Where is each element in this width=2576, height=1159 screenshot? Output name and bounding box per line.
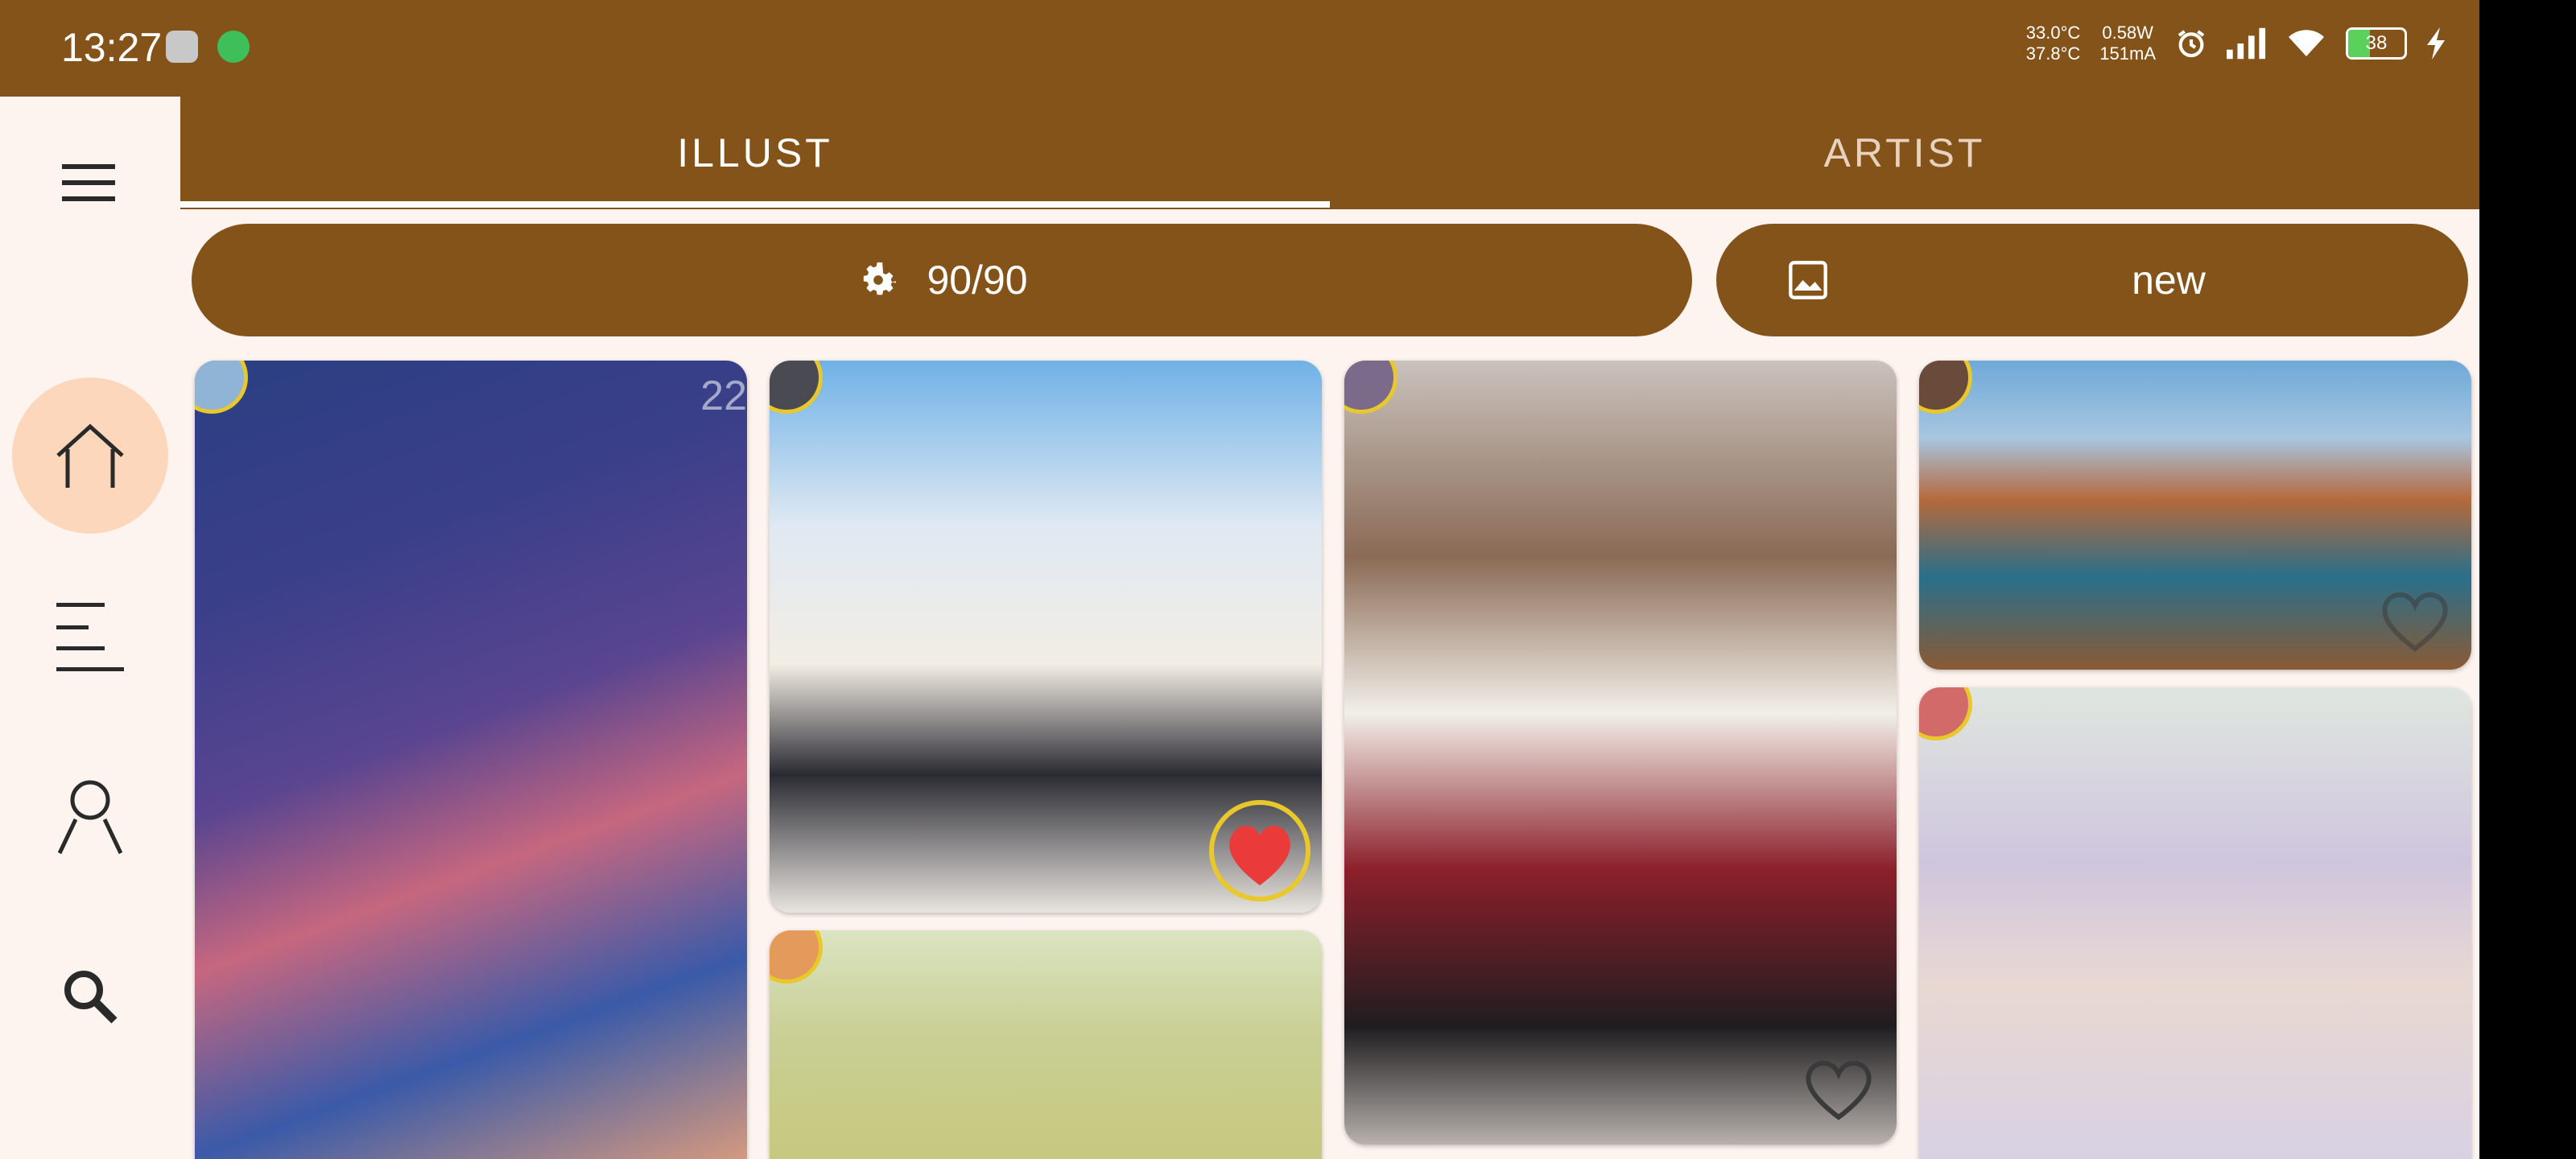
- app-root: 13:27 33.0°C 37.8°C 0.58W 151mA 38 ILLUS…: [0, 0, 2479, 1159]
- filter-button[interactable]: 90/90: [192, 224, 1692, 336]
- power-readout: 0.58W 151mA: [2099, 23, 2156, 64]
- tab-illust[interactable]: ILLUST: [180, 97, 1330, 209]
- illust-card[interactable]: [770, 930, 1322, 1159]
- illust-card[interactable]: [1919, 361, 2471, 670]
- illust-card[interactable]: [1344, 361, 1897, 1145]
- artist-avatar[interactable]: [770, 361, 823, 414]
- alarm-icon: [2178, 30, 2205, 58]
- status-time: 13:27: [61, 25, 163, 70]
- status-right: 33.0°C 37.8°C 0.58W 151mA 38: [2026, 23, 2447, 64]
- battery-icon: 38: [2346, 27, 2407, 60]
- nav-list[interactable]: [10, 555, 171, 716]
- search-icon: [64, 971, 118, 1024]
- nav-home[interactable]: [10, 375, 171, 536]
- notification-icon: [166, 31, 198, 63]
- battery-level: 38: [2365, 32, 2388, 54]
- artist-avatar[interactable]: [1919, 687, 1972, 740]
- home-icon: [56, 423, 124, 488]
- tab-artist[interactable]: ARTIST: [1330, 97, 2479, 209]
- illust-card[interactable]: [770, 361, 1322, 913]
- content-type-button[interactable]: new: [1716, 224, 2468, 336]
- artist-avatar[interactable]: [195, 361, 248, 414]
- temperature-readout: 33.0°C 37.8°C: [2026, 23, 2081, 64]
- type-label: new: [2132, 258, 2206, 303]
- menu-button[interactable]: [10, 127, 171, 240]
- android-app-icon: [217, 31, 250, 63]
- gear-icon: [864, 262, 897, 295]
- tab-bar: ILLUST ARTIST: [180, 97, 2479, 209]
- list-icon: [56, 603, 124, 671]
- temp-2: 37.8°C: [2025, 43, 2081, 64]
- temp-1: 33.0°C: [2025, 23, 2081, 43]
- power-2: 151mA: [2099, 43, 2156, 64]
- heart-icon[interactable]: [1798, 1051, 1879, 1124]
- charging-icon: [2427, 27, 2445, 60]
- signal-icon: [2227, 27, 2266, 60]
- tab-indicator: [180, 201, 1330, 208]
- illust-card[interactable]: 22: [195, 361, 747, 1159]
- page-count: 22: [700, 373, 747, 419]
- navigation-rail: [0, 97, 180, 1159]
- illust-card[interactable]: [1919, 687, 2471, 1159]
- power-1: 0.58W: [2102, 23, 2153, 43]
- person-icon: [57, 780, 123, 855]
- wifi-icon: [2289, 30, 2324, 56]
- artist-avatar[interactable]: [1344, 361, 1397, 414]
- filter-label: 90/90: [927, 258, 1028, 303]
- menu-icon: [62, 164, 115, 201]
- nav-search[interactable]: [10, 916, 171, 1077]
- artist-avatar[interactable]: [770, 930, 823, 984]
- heart-icon[interactable]: [2375, 583, 2455, 655]
- status-bar: 13:27 33.0°C 37.8°C 0.58W 151mA 38: [0, 0, 2479, 97]
- illust-grid: 22: [193, 361, 2479, 1159]
- artist-avatar[interactable]: [1919, 361, 1972, 414]
- nav-profile[interactable]: [10, 736, 171, 897]
- heart-icon[interactable]: [1208, 798, 1312, 903]
